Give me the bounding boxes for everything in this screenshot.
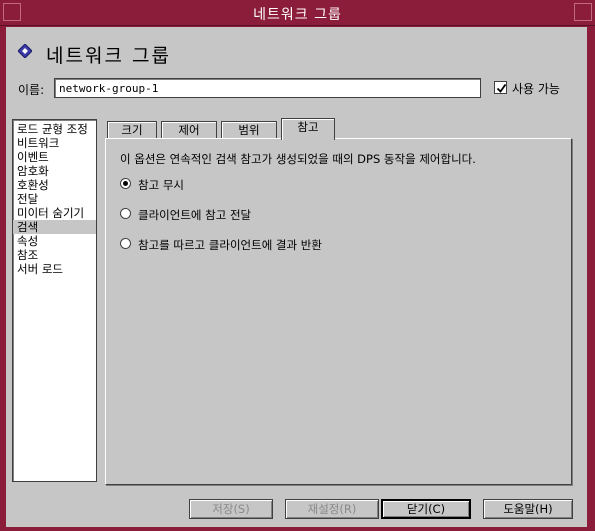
radio-forward-referral-control[interactable] [120, 208, 131, 219]
tab-scope[interactable]: 범위 [221, 121, 277, 139]
sidebar-item-data-hiding[interactable]: 미이터 숨기기 [13, 206, 96, 220]
name-label: 이름: [18, 83, 45, 97]
network-group-window: 네트워크 그룹 네트워크 그룹 이름: network-group-1 사용 가… [0, 0, 595, 531]
tab-referral[interactable]: 참고 [281, 118, 335, 140]
help-button[interactable]: 도움말(H) [483, 499, 573, 519]
sidebar-item-attributes[interactable]: 속성 [13, 234, 96, 248]
radio-follow-referral-control[interactable] [120, 238, 131, 249]
enabled-checkbox[interactable] [494, 81, 507, 94]
category-list[interactable]: 로드 균형 조정 비트워크 이벤트 암호화 호환성 전달 미이터 숨기기 검색 … [12, 119, 97, 482]
checkmark-icon [496, 83, 507, 93]
page-title: 네트워크 그룹 [46, 45, 171, 67]
radio-selected-dot [123, 181, 128, 186]
dialog-client-area: 네트워크 그룹 이름: network-group-1 사용 가능 로드 균형 … [6, 27, 587, 527]
tab-size[interactable]: 크기 [107, 121, 157, 139]
sidebar-item-server-load[interactable]: 서버 로드 [13, 262, 96, 276]
window-title: 네트워크 그룹 [253, 7, 342, 23]
diamond-icon [17, 43, 33, 59]
window-titlebar[interactable]: 네트워크 그룹 [0, 0, 595, 26]
sidebar-item-referrals[interactable]: 참조 [13, 248, 96, 262]
close-button[interactable]: 닫기(C) [381, 499, 471, 519]
sidebar-item-events[interactable]: 이벤트 [13, 150, 96, 164]
sidebar-item-network[interactable]: 비트워크 [13, 136, 96, 150]
radio-ignore-referral-label: 참고 무시 [138, 178, 184, 192]
sidebar-item-forwarding[interactable]: 전달 [13, 192, 96, 206]
radio-forward-referral-label: 클라이언트에 참고 전달 [138, 208, 252, 222]
radio-ignore-referral-control[interactable] [120, 178, 131, 189]
radio-follow-referral-label: 참고를 따르고 클라이언트에 결과 반환 [138, 238, 322, 252]
sidebar-item-load-balancing[interactable]: 로드 균형 조정 [13, 122, 96, 136]
tab-panel-referral: 이 옵션은 연속적인 검색 참고가 생성되었을 때의 DPS 동작을 제어합니다… [105, 138, 572, 485]
save-button[interactable]: 저장(S) [189, 499, 273, 519]
sidebar-item-encryption[interactable]: 암호화 [13, 164, 96, 178]
name-input[interactable]: network-group-1 [54, 78, 481, 98]
sidebar-item-search[interactable]: 검색 [13, 220, 96, 234]
enabled-checkbox-label: 사용 가능 [512, 82, 560, 96]
sidebar-item-compatibility[interactable]: 호환성 [13, 178, 96, 192]
window-resize-icon[interactable] [574, 3, 592, 21]
reset-button[interactable]: 재설정(R) [285, 499, 379, 519]
referral-description: 이 옵션은 연속적인 검색 참고가 생성되었을 때의 DPS 동작을 제어합니다… [120, 152, 476, 166]
tab-control[interactable]: 제어 [161, 121, 217, 139]
